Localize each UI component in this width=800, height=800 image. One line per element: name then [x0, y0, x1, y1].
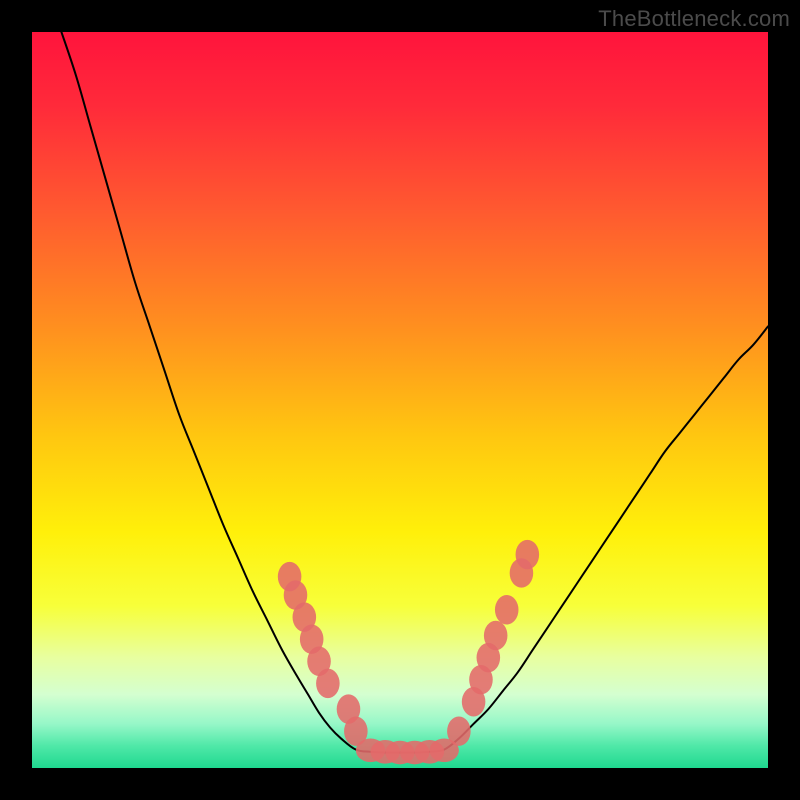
marker-point	[484, 621, 508, 650]
marker-point	[495, 595, 519, 624]
watermark-label: TheBottleneck.com	[598, 6, 790, 32]
plot-svg	[32, 32, 768, 768]
chart-frame: TheBottleneck.com	[0, 0, 800, 800]
marker-point	[516, 540, 540, 569]
plot-area	[32, 32, 768, 768]
marker-point	[447, 716, 471, 745]
gradient-background	[32, 32, 768, 768]
marker-point	[316, 669, 340, 698]
